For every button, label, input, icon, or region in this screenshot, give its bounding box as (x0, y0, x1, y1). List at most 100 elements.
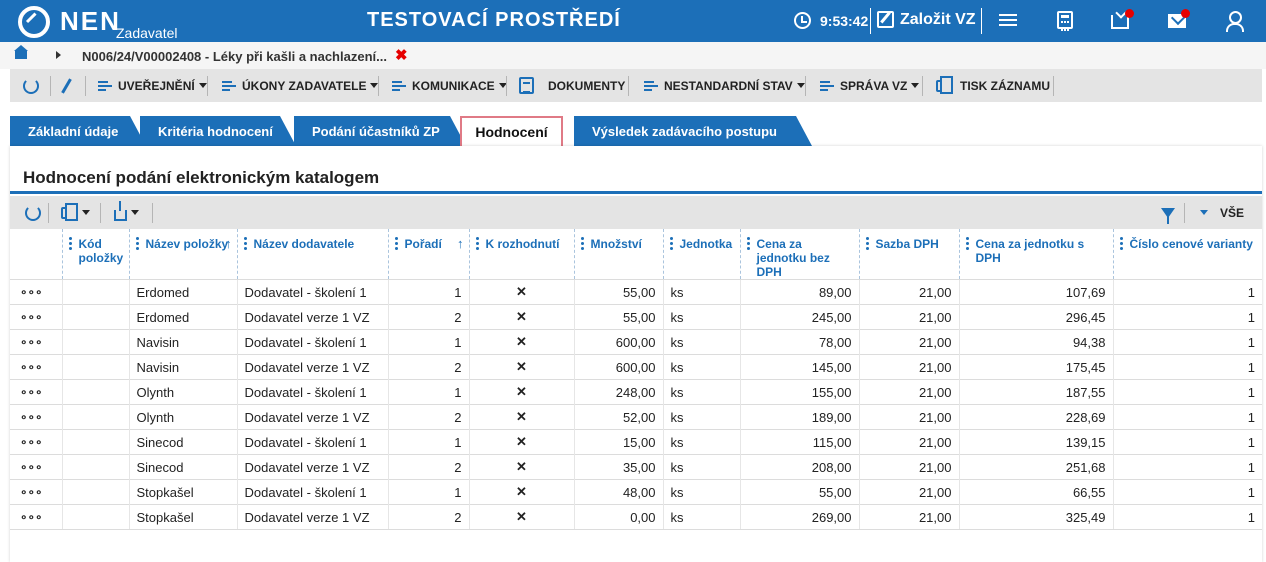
calculator-icon[interactable] (1057, 11, 1073, 31)
grid-refresh-button[interactable] (25, 196, 41, 229)
cell-nazev: Erdomed (128, 279, 237, 305)
column-menu-icon[interactable] (1119, 237, 1123, 250)
close-icon: ✕ (468, 379, 574, 405)
tab-label: Základní údaje (28, 123, 119, 139)
row-menu-icon[interactable]: ∘∘∘ (10, 429, 62, 455)
cell-poradi: 2 (387, 404, 469, 430)
table-row[interactable]: ∘∘∘ Sinecod Dodavatel - školení 1 1 ✕ 15,00 ks… (10, 429, 1262, 455)
column-header-cena-bez-dph[interactable]: Cena za jednotku bez DPH (739, 229, 859, 280)
column-header-nazev[interactable]: Název položky ↑ (128, 229, 237, 280)
refresh-button[interactable] (23, 69, 39, 102)
table-row[interactable]: ∘∘∘ Erdomed Dodavatel verze 1 VZ 2 ✕ 55,00 ks 2… (10, 304, 1262, 330)
column-header-cislo-varianty[interactable]: Číslo cenové varianty (1112, 229, 1262, 280)
cell-mnozstvi: 15,00 (573, 429, 663, 455)
cell-dodavatel: Dodavatel - školení 1 (236, 479, 388, 505)
komunikace-menu[interactable]: KOMUNIKACE (390, 69, 507, 102)
clock-icon (794, 12, 811, 29)
create-vz-button[interactable]: Založit VZ (900, 11, 976, 29)
row-menu-icon[interactable]: ∘∘∘ (10, 454, 62, 480)
toolbar-divider (48, 203, 49, 223)
cell-cislo-varianty: 1 (1112, 404, 1262, 430)
create-vz-icon[interactable] (877, 11, 894, 28)
ukony-menu[interactable]: ÚKONY ZADAVATELE (220, 69, 379, 102)
grid-export-button[interactable] (114, 196, 139, 229)
column-label: Kód položky (78, 237, 124, 265)
uverejneni-menu[interactable]: UVEŘEJNĚNÍ (96, 69, 207, 102)
grid-print-button[interactable] (61, 196, 90, 229)
column-header-cena-s-dph[interactable]: Cena za jednotku s DPH (958, 229, 1113, 280)
table-row[interactable]: ∘∘∘ Olynth Dodavatel verze 1 VZ 2 ✕ 52,00 ks 18… (10, 404, 1262, 430)
cell-nazev: Olynth (128, 379, 237, 405)
row-menu-icon[interactable]: ∘∘∘ (10, 304, 62, 330)
close-icon[interactable]: ✖ (395, 46, 408, 64)
column-menu-icon[interactable] (135, 237, 139, 250)
sprava-label: SPRÁVA VZ (840, 78, 908, 93)
cell-dodavatel: Dodavatel - školení 1 (236, 329, 388, 355)
table-row[interactable]: ∘∘∘ Erdomed Dodavatel - školení 1 1 ✕ 55,00 ks… (10, 279, 1262, 305)
column-header-k-rozhodnuti[interactable]: K rozhodnutí (468, 229, 574, 280)
sprava-menu[interactable]: SPRÁVA VZ (818, 69, 920, 102)
nestandardni-menu[interactable]: NESTANDARDNÍ STAV (642, 69, 805, 102)
table-row[interactable]: ∘∘∘ Stopkašel Dodavatel verze 1 VZ 2 ✕ 0,00 ks… (10, 504, 1262, 530)
cell-cena-s-dph: 228,69 (958, 404, 1113, 430)
column-menu-icon[interactable] (669, 237, 673, 250)
close-icon: ✕ (468, 404, 574, 430)
table-header-row: Kód položky Název položky ↑ Název dodavat… (10, 229, 1262, 280)
filter-icon (1161, 207, 1175, 224)
column-menu-icon[interactable] (68, 237, 72, 250)
home-icon[interactable] (14, 45, 28, 59)
panel-title: Hodnocení podání elektronickým katalogem (23, 168, 380, 187)
column-header-mnozstvi[interactable]: Množství (573, 229, 663, 280)
column-header-dodavatel[interactable]: Název dodavatele (236, 229, 388, 280)
tab-hodnoceni[interactable]: Hodnocení (460, 116, 563, 148)
cell-poradi: 1 (387, 479, 469, 505)
table-row[interactable]: ∘∘∘ Navisin Dodavatel - školení 1 1 ✕ 600,00 k… (10, 329, 1262, 355)
sort-up-icon[interactable]: ↑ (225, 237, 232, 251)
close-icon: ✕ (468, 329, 574, 355)
cell-cena-bez-dph: 89,00 (739, 279, 859, 305)
column-menu-icon[interactable] (746, 237, 750, 250)
table-row[interactable]: ∘∘∘ Navisin Dodavatel verze 1 VZ 2 ✕ 600,00 ks… (10, 354, 1262, 380)
tab-vysledek[interactable]: Výsledek zadávacího postupu (574, 116, 812, 146)
user-icon[interactable] (1224, 11, 1244, 32)
column-menu-icon[interactable] (243, 237, 247, 250)
breadcrumb-current[interactable]: N006/24/V00002408 - Léky při kašli a nac… (82, 49, 387, 64)
table-row[interactable]: ∘∘∘ Stopkašel Dodavatel - školení 1 1 ✕ 48,00… (10, 479, 1262, 505)
column-header-kod[interactable]: Kód položky (61, 229, 129, 280)
tisk-button[interactable]: TISK ZÁZNAMU (936, 69, 1050, 102)
column-header-jednotka[interactable]: Jednotka (662, 229, 740, 280)
column-header-sazba-dph[interactable]: Sazba DPH (858, 229, 959, 280)
row-menu-icon[interactable]: ∘∘∘ (10, 279, 62, 305)
column-header-poradi[interactable]: Pořadí ↑ (387, 229, 469, 280)
column-menu-icon[interactable] (965, 237, 969, 250)
table-row[interactable]: ∘∘∘ Sinecod Dodavatel verze 1 VZ 2 ✕ 35,00 ks 2… (10, 454, 1262, 480)
column-menu-icon[interactable] (580, 237, 584, 250)
tab-podani-ucastniku[interactable]: Podání účastníků ZP (294, 116, 466, 146)
table-row[interactable]: ∘∘∘ Olynth Dodavatel - školení 1 1 ✕ 248,00 ks… (10, 379, 1262, 405)
row-menu-icon[interactable]: ∘∘∘ (10, 504, 62, 530)
list-icon (642, 79, 658, 93)
tab-zakladni-udaje[interactable]: Základní údaje (10, 116, 146, 146)
view-all-dropdown[interactable]: VŠE (1200, 196, 1244, 229)
menu-icon[interactable] (999, 11, 1019, 31)
chevron-down-icon (82, 210, 90, 215)
column-menu-icon[interactable] (475, 237, 479, 250)
row-menu-icon[interactable]: ∘∘∘ (10, 479, 62, 505)
cell-cena-s-dph: 296,45 (958, 304, 1113, 330)
row-menu-icon[interactable]: ∘∘∘ (10, 404, 62, 430)
sort-up-icon[interactable]: ↑ (457, 237, 464, 251)
column-menu-icon[interactable] (394, 237, 398, 250)
row-menu-icon[interactable]: ∘∘∘ (10, 329, 62, 355)
cell-cena-s-dph: 66,55 (958, 479, 1113, 505)
row-menu-icon[interactable]: ∘∘∘ (10, 379, 62, 405)
column-menu-icon[interactable] (865, 237, 869, 250)
nen-logo-icon[interactable] (18, 6, 50, 38)
tab-kriteria-hodnoceni[interactable]: Kritéria hodnocení (140, 116, 296, 146)
brand-name[interactable]: NEN (60, 6, 121, 37)
evaluation-table: Kód položky Název položky ↑ Název dodavat… (10, 229, 1262, 530)
edit-button[interactable] (61, 69, 72, 102)
export-icon (114, 200, 127, 221)
grid-filter-button[interactable] (1161, 196, 1175, 229)
dokumenty-button[interactable]: DOKUMENTY (519, 69, 625, 102)
row-menu-icon[interactable]: ∘∘∘ (10, 354, 62, 380)
